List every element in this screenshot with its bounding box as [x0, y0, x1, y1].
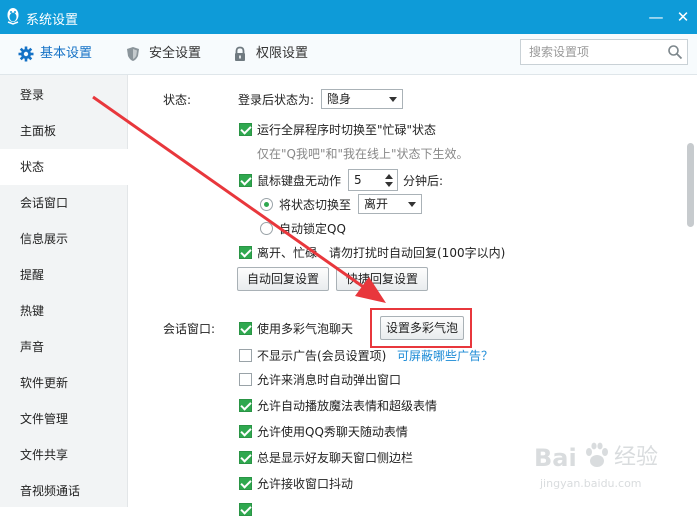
baidu-watermark: Bai 经验 jingyan.baidu.com — [532, 436, 682, 496]
chat-section-heading: 会话窗口: — [163, 322, 216, 336]
shield-icon — [127, 47, 139, 61]
watermark-brand-left: Bai — [534, 444, 577, 472]
settings-search-box[interactable] — [520, 39, 688, 65]
switch-status-label: 将状态切换至 — [279, 198, 352, 212]
tab-basic-settings[interactable]: 基本设置 — [18, 34, 118, 74]
sidebar-item-reminders[interactable]: 提醒 — [0, 257, 128, 293]
login-status-label: 登录后状态为: — [238, 93, 315, 107]
auto-popup-label: 允许来消息时自动弹出窗口 — [257, 373, 402, 387]
auto-reply-checkbox[interactable] — [239, 246, 252, 259]
tab-label: 安全设置 — [149, 46, 202, 61]
sidebar-always-label: 总是显示好友聊天窗口侧边栏 — [257, 451, 414, 465]
status-section-heading: 状态: — [163, 93, 192, 107]
settings-tab-bar: 基本设置 安全设置 权限设置 — [0, 34, 697, 75]
quick-reply-settings-button[interactable]: 快捷回复设置 — [336, 267, 428, 291]
auto-reply-label: 离开、忙碌、请勿打扰时自动回复(100字以内) — [257, 246, 506, 260]
auto-lock-radio[interactable] — [260, 222, 273, 235]
sidebar-item-login[interactable]: 登录 — [0, 77, 128, 113]
watermark-brand-right: 经验 — [614, 445, 659, 470]
paw-icon — [586, 442, 608, 467]
qq-show-label: 允许使用QQ秀聊天随动表情 — [257, 425, 408, 439]
close-button[interactable]: ✕ — [672, 6, 694, 28]
auto-lock-label: 自动锁定QQ — [279, 222, 346, 236]
magic-emoji-label: 允许自动播放魔法表情和超级表情 — [257, 399, 438, 413]
scrollbar-track[interactable] — [684, 75, 697, 507]
sidebar-item-chat-window[interactable]: 会话窗口 — [0, 185, 128, 221]
qq-show-checkbox[interactable] — [239, 425, 252, 438]
sidebar-always-checkbox[interactable] — [239, 451, 252, 464]
tab-permission-settings[interactable]: 权限设置 — [232, 34, 322, 74]
switch-status-select[interactable]: 离开 — [358, 194, 422, 214]
sidebar-item-software-update[interactable]: 软件更新 — [0, 365, 128, 401]
ads-info-link[interactable]: 可屏蔽哪些广告？ — [397, 348, 493, 364]
tab-label: 基本设置 — [40, 46, 93, 61]
switch-status-value: 离开 — [364, 197, 389, 211]
chevron-down-icon — [408, 202, 416, 207]
minimize-button[interactable]: — — [645, 6, 667, 28]
title-bar: 系统设置 — ✕ — [0, 0, 697, 34]
no-ads-label: 不显示广告(会员设置项) — [257, 349, 387, 363]
idle-label: 鼠标键盘无动作 — [257, 174, 342, 188]
idle-minutes-stepper[interactable]: 5 — [348, 169, 398, 191]
lock-icon — [235, 46, 245, 61]
sidebar-item-file-sharing[interactable]: 文件共享 — [0, 437, 128, 473]
sidebar-item-file-management[interactable]: 文件管理 — [0, 401, 128, 437]
partial-checkbox[interactable] — [239, 503, 252, 516]
watermark-url: jingyan.baidu.com — [540, 477, 642, 490]
window-shake-label: 允许接收窗口抖动 — [257, 477, 354, 491]
settings-sidebar: 登录 主面板 状态 会话窗口 信息展示 提醒 热键 声音 软件更新 文件管理 文… — [0, 75, 129, 509]
sidebar-item-status[interactable]: 状态 — [0, 149, 129, 185]
search-icon[interactable] — [667, 44, 683, 60]
sidebar-item-sound[interactable]: 声音 — [0, 329, 128, 365]
stepper-down-icon[interactable] — [385, 182, 393, 187]
tab-label: 权限设置 — [256, 46, 309, 61]
no-ads-checkbox[interactable] — [239, 349, 252, 362]
sidebar-item-av-calls[interactable]: 音视频通话 — [0, 473, 128, 509]
window-title: 系统设置 — [26, 13, 79, 28]
idle-minutes-value: 5 — [354, 173, 362, 187]
auto-reply-settings-button[interactable]: 自动回复设置 — [237, 267, 329, 291]
sidebar-item-hotkeys[interactable]: 热键 — [0, 293, 128, 329]
search-input[interactable] — [521, 40, 661, 64]
stepper-up-icon[interactable] — [385, 174, 393, 179]
qq-penguin-icon — [7, 8, 19, 25]
tab-security-settings[interactable]: 安全设置 — [125, 34, 215, 74]
chevron-down-icon — [389, 97, 397, 102]
colorful-bubbles-checkbox[interactable] — [239, 322, 252, 335]
magic-emoji-checkbox[interactable] — [239, 399, 252, 412]
fullscreen-note: 仅在"Q我吧"和"我在线上"状态下生效。 — [257, 147, 469, 161]
login-status-select[interactable]: 隐身 — [321, 89, 403, 109]
scrollbar-thumb[interactable] — [687, 143, 694, 227]
fullscreen-busy-checkbox[interactable] — [239, 123, 252, 136]
window-shake-checkbox[interactable] — [239, 477, 252, 490]
colorful-bubbles-label: 使用多彩气泡聊天 — [257, 322, 354, 336]
annotation-highlight-box — [370, 308, 472, 348]
sidebar-item-main-panel[interactable]: 主面板 — [0, 113, 128, 149]
switch-status-radio[interactable] — [260, 198, 273, 211]
sidebar-item-info-display[interactable]: 信息展示 — [0, 221, 128, 257]
auto-popup-checkbox[interactable] — [239, 373, 252, 386]
fullscreen-busy-label: 运行全屏程序时切换至"忙碌"状态 — [257, 123, 437, 137]
idle-checkbox[interactable] — [239, 174, 252, 187]
gear-icon — [18, 46, 34, 62]
idle-suffix: 分钟后: — [403, 174, 444, 188]
login-status-value: 隐身 — [327, 92, 352, 106]
